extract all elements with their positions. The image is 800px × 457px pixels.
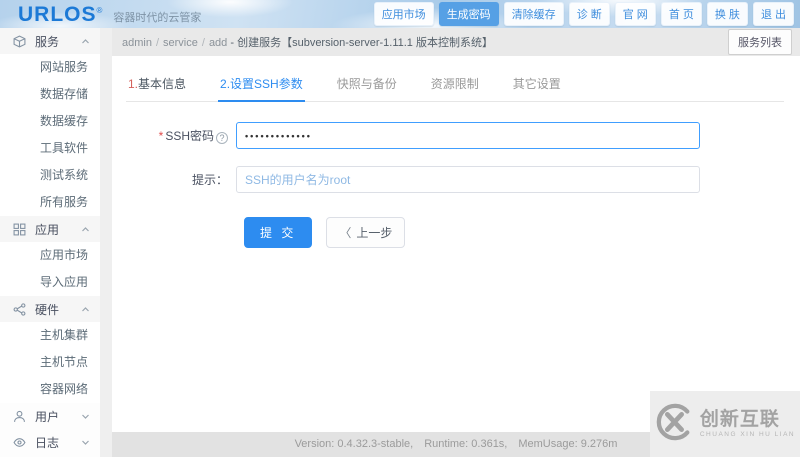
sidebar-group-label: 应用 — [35, 221, 59, 238]
tab-other-settings[interactable]: 其它设置 — [511, 66, 563, 102]
breadcrumb-crumb[interactable]: admin — [122, 37, 152, 49]
header-button-clear-cache[interactable]: 清除缓存 — [504, 2, 564, 26]
content-card: 1.基本信息 2.设置SSH参数 快照与备份 资源限制 其它设置 *SSH密码?… — [112, 56, 800, 432]
app-logo: URLOS® — [18, 4, 103, 25]
vendor-name: 创新互联 — [700, 410, 795, 429]
sidebar-group-label: 硬件 — [35, 301, 59, 318]
chevron-up-icon — [81, 225, 90, 234]
vendor-subtitle: CHUANG XIN HU LIAN — [700, 432, 795, 439]
registered-mark: ® — [97, 6, 104, 15]
sidebar-item-all-services[interactable]: 所有服务 — [0, 189, 100, 216]
tab-snapshot-backup[interactable]: 快照与备份 — [335, 66, 399, 102]
ssh-password-input[interactable] — [236, 122, 700, 149]
header-button-generate-password[interactable]: 生成密码 — [439, 2, 499, 26]
help-icon[interactable]: ? — [216, 132, 228, 144]
sidebar-item-app-market[interactable]: 应用市场 — [0, 242, 100, 269]
sidebar-group-label: 日志 — [35, 434, 59, 451]
header-button-skin[interactable]: 换 肤 — [707, 2, 748, 26]
form-buttons: 提 交 〈上一步 — [244, 217, 800, 248]
log-icon — [13, 436, 26, 449]
sidebar-item-import-app[interactable]: 导入应用 — [0, 269, 100, 296]
chevron-down-icon — [81, 412, 90, 421]
previous-step-button[interactable]: 〈上一步 — [326, 217, 405, 248]
sidebar-item-test-system[interactable]: 测试系统 — [0, 162, 100, 189]
chevron-down-icon — [81, 438, 90, 447]
breadcrumb-crumb[interactable]: service — [163, 37, 198, 49]
hardware-icon — [13, 303, 26, 316]
sidebar-item-container-network[interactable]: 容器网络 — [0, 376, 100, 403]
breadcrumb: admin / service / add - 创建服务【subversion-serv… — [122, 34, 493, 50]
submit-button[interactable]: 提 交 — [244, 217, 312, 248]
sidebar-group-hardware[interactable]: 硬件 — [0, 296, 100, 322]
step-tabs: 1.基本信息 2.设置SSH参数 快照与备份 资源限制 其它设置 — [126, 66, 784, 102]
form-row-hint: 提示： — [112, 166, 800, 193]
sidebar-group-apps[interactable]: 应用 — [0, 216, 100, 242]
header-button-official-site[interactable]: 官 网 — [615, 2, 656, 26]
vendor-logo-icon — [655, 403, 693, 446]
chevron-left-icon: 〈 — [339, 226, 351, 240]
breadcrumb-separator: / — [156, 37, 159, 49]
form-row-ssh-password: *SSH密码? — [112, 122, 800, 149]
sidebar-group-logs[interactable]: 日志 — [0, 429, 100, 455]
sidebar: 服务 网站服务 数据存储 数据缓存 工具软件 测试系统 所有服务 应用 应用市场… — [0, 28, 100, 457]
page-title: - 创建服务【subversion-server-1.11.1 版本控制系统】 — [230, 37, 493, 49]
hint-input[interactable] — [236, 166, 700, 193]
sidebar-item-data-cache[interactable]: 数据缓存 — [0, 108, 100, 135]
sidebar-item-data-storage[interactable]: 数据存储 — [0, 81, 100, 108]
required-mark: * — [159, 129, 164, 143]
header-button-diagnose[interactable]: 诊 断 — [569, 2, 610, 26]
ssh-params-form: *SSH密码? 提示： 提 交 〈上一步 — [112, 122, 800, 248]
user-icon — [13, 410, 26, 423]
tab-resource-limit[interactable]: 资源限制 — [429, 66, 481, 102]
header-button-logout[interactable]: 退 出 — [753, 2, 794, 26]
version-status-text: Version: 0.4.32.3-stable, Runtime: 0.361… — [295, 438, 618, 450]
sidebar-content-divider — [100, 28, 112, 457]
header-button-app-market[interactable]: 应用市场 — [374, 2, 434, 26]
vendor-watermark: 创新互联 CHUANG XIN HU LIAN — [650, 391, 800, 457]
chevron-up-icon — [81, 37, 90, 46]
server-icon — [13, 35, 26, 48]
sidebar-group-services[interactable]: 服务 — [0, 28, 100, 54]
breadcrumb-separator: / — [202, 37, 205, 49]
sidebar-item-website-service[interactable]: 网站服务 — [0, 54, 100, 81]
chevron-up-icon — [81, 305, 90, 314]
sidebar-item-host-node[interactable]: 主机节点 — [0, 349, 100, 376]
header-buttons: 应用市场 生成密码 清除缓存 诊 断 官 网 首 页 换 肤 退 出 — [374, 2, 794, 26]
app-header: URLOS® 容器时代的云管家 应用市场 生成密码 清除缓存 诊 断 官 网 首… — [0, 0, 800, 28]
hint-label: 提示： — [112, 171, 236, 188]
sidebar-item-host-cluster[interactable]: 主机集群 — [0, 322, 100, 349]
breadcrumb-bar: admin / service / add - 创建服务【subversion-serv… — [112, 28, 800, 56]
service-list-button[interactable]: 服务列表 — [728, 29, 792, 55]
sidebar-group-label: 用户 — [35, 408, 59, 425]
sidebar-group-label: 服务 — [35, 33, 59, 50]
sidebar-group-users[interactable]: 用户 — [0, 403, 100, 429]
tab-step-number: 1. — [128, 77, 138, 91]
tab-ssh-params[interactable]: 2.设置SSH参数 — [218, 66, 305, 102]
header-button-home[interactable]: 首 页 — [661, 2, 702, 26]
sidebar-item-tool-software[interactable]: 工具软件 — [0, 135, 100, 162]
app-tagline: 容器时代的云管家 — [113, 9, 201, 25]
tab-step-number: 2. — [220, 77, 230, 91]
apps-icon — [13, 223, 26, 236]
ssh-password-label: *SSH密码? — [112, 127, 236, 144]
tab-basic-info[interactable]: 1.基本信息 — [126, 66, 188, 102]
breadcrumb-crumb[interactable]: add — [209, 37, 227, 49]
